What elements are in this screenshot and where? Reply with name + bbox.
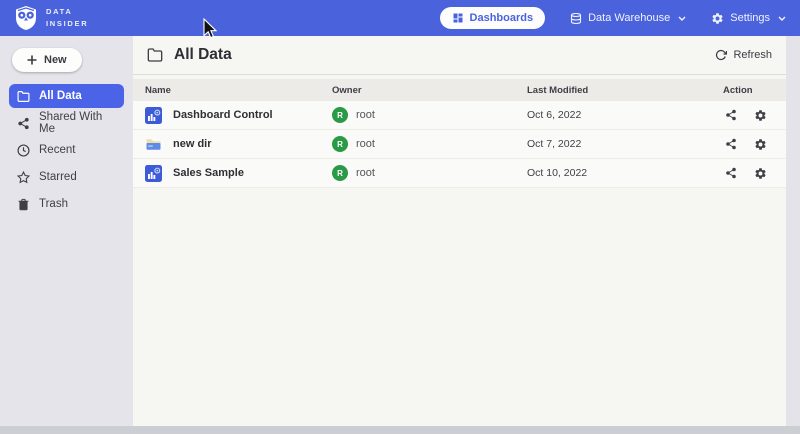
row-name: Sales Sample (173, 167, 244, 179)
new-button[interactable]: New (12, 48, 82, 72)
row-name: Dashboard Control (173, 109, 273, 121)
settings-button[interactable] (754, 167, 767, 180)
row-last-modified: Oct 10, 2022 (527, 167, 723, 179)
owl-shield-icon (14, 5, 38, 31)
new-button-label: New (44, 54, 67, 66)
refresh-label: Refresh (733, 49, 772, 61)
sidebar-item-label: Shared With Me (39, 111, 116, 135)
table-row[interactable]: new dir R root Oct 7, 2022 (133, 130, 786, 159)
sidebar-item-all-data[interactable]: All Data (9, 84, 124, 108)
share-button[interactable] (725, 138, 737, 150)
nav-data-warehouse-button[interactable]: Data Warehouse (570, 12, 686, 25)
sidebar-item-recent[interactable]: Recent (9, 138, 124, 162)
topbar: DATA INSIDER Dashboards Data Warehouse (0, 0, 800, 36)
row-last-modified: Oct 7, 2022 (527, 138, 723, 150)
owner-avatar: R (332, 165, 348, 181)
folder-file-icon (145, 136, 162, 153)
nav-data-warehouse-label: Data Warehouse (588, 12, 670, 24)
settings-button[interactable] (754, 109, 767, 122)
column-header-last-modified: Last Modified (527, 85, 723, 96)
bottom-strip (0, 426, 800, 434)
sidebar-item-label: Trash (39, 198, 68, 210)
sidebar-item-label: Starred (39, 171, 77, 183)
settings-button[interactable] (754, 138, 767, 151)
table-header: Name Owner Last Modified Action (133, 79, 786, 101)
row-name: new dir (173, 138, 212, 150)
dashboard-file-icon (145, 107, 162, 124)
database-icon (570, 12, 582, 25)
owner-name: root (356, 138, 375, 150)
logo-line1: DATA (46, 6, 88, 18)
column-header-name: Name (145, 85, 332, 96)
table-row[interactable]: Dashboard Control R root Oct 6, 2022 (133, 101, 786, 130)
owner-name: root (356, 167, 375, 179)
sidebar-item-trash[interactable]: Trash (9, 192, 124, 216)
column-header-action: Action (723, 85, 786, 96)
top-navigation: Dashboards Data Warehouse Settings (440, 7, 786, 29)
owner-name: root (356, 109, 375, 121)
star-icon (17, 171, 30, 184)
chevron-down-icon (678, 16, 686, 21)
sidebar-item-label: All Data (39, 90, 82, 102)
nav-settings-button[interactable]: Settings (711, 12, 786, 25)
dashboard-file-icon (145, 165, 162, 182)
panel-header: All Data Refresh (133, 36, 786, 75)
nav-settings-label: Settings (730, 12, 770, 24)
logo-line2: INSIDER (46, 18, 88, 30)
folder-icon (17, 90, 30, 103)
trash-icon (17, 198, 30, 211)
app-logo: DATA INSIDER (14, 5, 88, 31)
refresh-icon (715, 49, 727, 61)
owner-avatar: R (332, 136, 348, 152)
gear-icon (711, 12, 724, 25)
nav-dashboards-label: Dashboards (470, 12, 534, 24)
plus-icon (27, 55, 37, 65)
row-last-modified: Oct 6, 2022 (527, 109, 723, 121)
file-table: Name Owner Last Modified Action (133, 79, 786, 188)
share-button[interactable] (725, 109, 737, 121)
sidebar-item-label: Recent (39, 144, 75, 156)
sidebar-item-starred[interactable]: Starred (9, 165, 124, 189)
main-panel: All Data Refresh Name Owner Last Modifie… (133, 36, 786, 426)
dashboard-grid-icon (452, 12, 464, 24)
sidebar: New All Data Shared With Me Recent (0, 36, 133, 426)
table-row[interactable]: Sales Sample R root Oct 10, 2022 (133, 159, 786, 188)
sidebar-item-shared-with-me[interactable]: Shared With Me (9, 111, 124, 135)
chevron-down-icon (778, 16, 786, 21)
page-title: All Data (174, 46, 232, 64)
table-body: Dashboard Control R root Oct 6, 2022 (133, 101, 786, 188)
refresh-button[interactable]: Refresh (715, 49, 772, 61)
share-icon (17, 117, 30, 130)
folder-icon (147, 47, 163, 63)
share-button[interactable] (725, 167, 737, 179)
column-header-owner: Owner (332, 85, 527, 96)
clock-icon (17, 144, 30, 157)
owner-avatar: R (332, 107, 348, 123)
nav-dashboards-button[interactable]: Dashboards (440, 7, 546, 29)
